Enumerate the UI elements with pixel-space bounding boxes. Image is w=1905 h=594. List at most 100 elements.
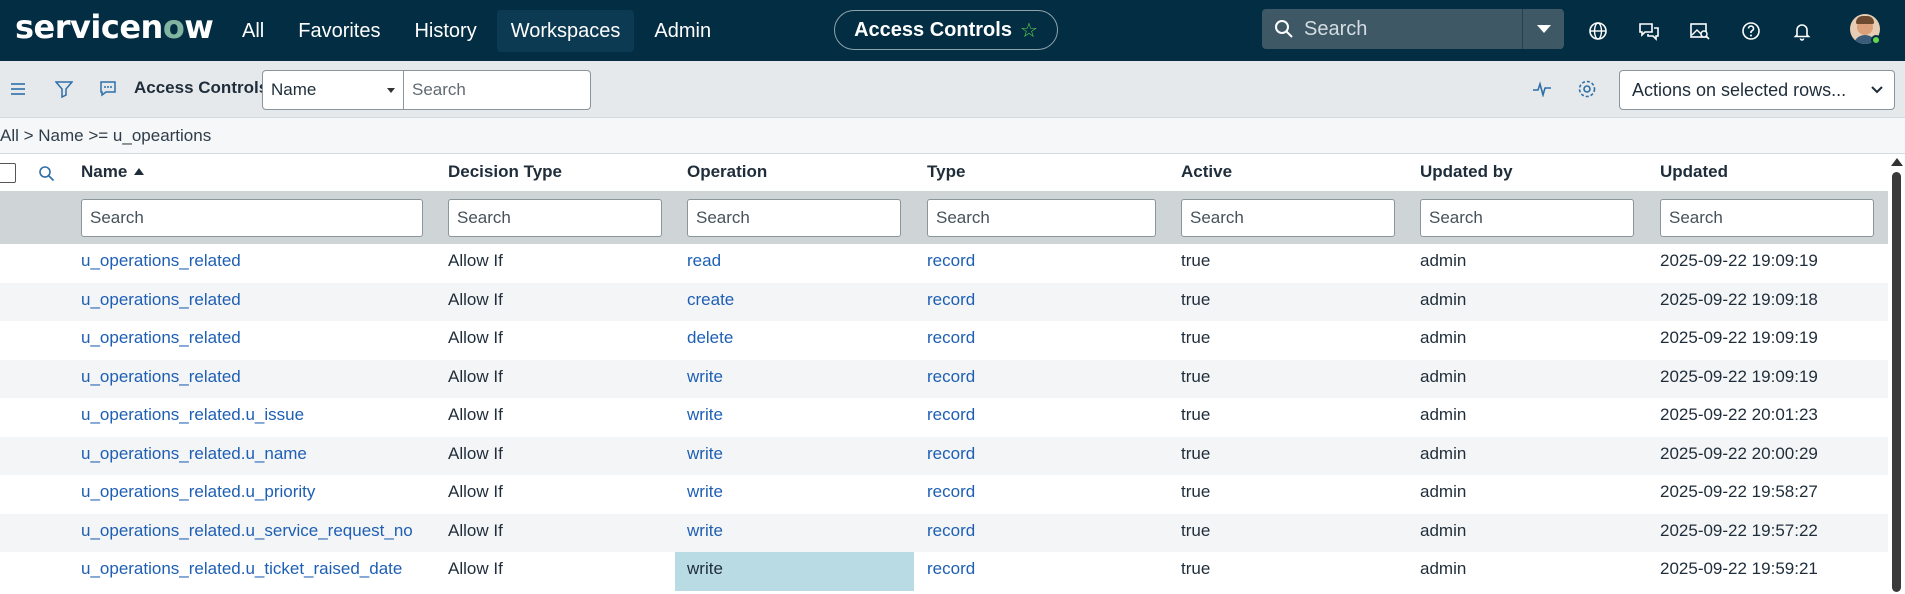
table-row: u_operations_related.u_name Allow If wri… [0, 436, 1888, 476]
cell-name[interactable]: u_operations_related.u_issue [81, 398, 304, 437]
bell-icon[interactable] [1789, 18, 1815, 44]
cell-type[interactable]: record [927, 475, 975, 514]
cell-operation[interactable]: read [687, 244, 721, 283]
top-icons [1585, 0, 1840, 61]
nav-workspaces[interactable]: Workspaces [496, 9, 635, 52]
cell-updated-by: admin [1420, 289, 1467, 309]
cell-updated: 2025-09-22 19:58:27 [1660, 482, 1818, 501]
col-type[interactable]: Type [927, 162, 965, 182]
col-updated[interactable]: Updated [1660, 162, 1728, 182]
filter-active-input[interactable]: Search [1181, 199, 1395, 237]
help-icon[interactable] [1738, 18, 1764, 44]
table-row: u_operations_related.u_service_request_n… [0, 513, 1888, 553]
page-title: Access Controls [854, 18, 1012, 41]
activity-pulse-icon[interactable] [1530, 77, 1554, 101]
cell-type[interactable]: record [927, 398, 975, 437]
image-search-icon[interactable] [1687, 18, 1713, 44]
cell-type[interactable]: record [927, 283, 975, 322]
col-decision-type[interactable]: Decision Type [448, 162, 562, 182]
cell-name[interactable]: u_operations_related.u_priority [81, 475, 315, 514]
cell-operation[interactable]: create [687, 283, 734, 322]
breadcrumb[interactable]: All > Name >= u_opeartions [0, 118, 1905, 154]
col-operation[interactable]: Operation [687, 162, 767, 182]
cell-type[interactable]: record [927, 244, 975, 283]
cell-name[interactable]: u_operations_related [81, 283, 241, 322]
cell-name[interactable]: u_operations_related [81, 360, 241, 399]
cell-updated: 2025-09-22 20:01:23 [1660, 405, 1818, 424]
top-navigation: servicenow All Favorites History Workspa… [0, 0, 1905, 61]
filter-name-input[interactable]: Search [81, 199, 423, 237]
cell-type[interactable]: record [927, 514, 975, 553]
globe-icon[interactable] [1585, 18, 1611, 44]
filter-updated-input[interactable]: Search [1660, 199, 1874, 237]
table-row: u_operations_related Allow If write reco… [0, 359, 1888, 399]
col-name[interactable]: Name [81, 162, 145, 182]
favorite-star-icon[interactable]: ☆ [1020, 18, 1038, 43]
list-search-input[interactable]: Search [403, 70, 591, 110]
global-search-input[interactable]: Search [1262, 9, 1562, 49]
cell-updated-by: admin [1420, 251, 1467, 270]
filter-type-input[interactable]: Search [927, 199, 1156, 237]
cell-operation-selected[interactable]: write [675, 552, 914, 591]
cell-decision-type: Allow If [448, 289, 503, 309]
table-body: u_operations_related Allow If read recor… [0, 244, 1888, 591]
filter-decision-type-input[interactable]: Search [448, 199, 662, 237]
cell-operation[interactable]: write [687, 475, 723, 514]
cell-name[interactable]: u_operations_related.u_name [81, 437, 307, 476]
chat-icon[interactable] [1636, 18, 1662, 44]
filter-icon[interactable] [52, 77, 76, 101]
cell-active: true [1181, 520, 1211, 540]
cell-updated-by: admin [1420, 520, 1467, 540]
select-caret-icon [387, 88, 395, 93]
cell-active: true [1181, 405, 1211, 424]
cell-updated: 2025-09-22 19:09:19 [1660, 251, 1818, 270]
cell-operation[interactable]: write [687, 437, 723, 476]
nav-admin[interactable]: Admin [640, 10, 725, 52]
cell-decision-type: Allow If [448, 559, 503, 578]
cell-name[interactable]: u_operations_related.u_ticket_raised_dat… [81, 552, 402, 591]
filter-updated-by-input[interactable]: Search [1420, 199, 1634, 237]
cell-operation[interactable]: write [687, 398, 723, 437]
sort-ascending-icon [134, 168, 145, 175]
cell-active: true [1181, 328, 1211, 347]
cell-name[interactable]: u_operations_related.u_service_request_n… [81, 514, 413, 553]
table-row: u_operations_related Allow If read recor… [0, 244, 1888, 283]
col-updated-by[interactable]: Updated by [1420, 162, 1513, 182]
cell-decision-type: Allow If [448, 405, 503, 424]
gear-icon[interactable] [1575, 77, 1599, 101]
cell-type[interactable]: record [927, 437, 975, 476]
filter-operation-input[interactable]: Search [687, 199, 901, 237]
search-icon[interactable] [38, 165, 55, 182]
cell-name[interactable]: u_operations_related [81, 321, 241, 360]
comment-icon[interactable] [96, 77, 120, 101]
cell-updated: 2025-09-22 19:09:19 [1660, 328, 1818, 347]
cell-active: true [1181, 366, 1211, 386]
vertical-scrollbar[interactable] [1888, 154, 1905, 594]
servicenow-logo[interactable]: servicenow [15, 8, 214, 46]
cell-active: true [1181, 559, 1211, 578]
cell-operation[interactable]: delete [687, 321, 733, 360]
cell-decision-type: Allow If [448, 520, 503, 540]
scroll-up-arrow-icon[interactable] [1891, 158, 1903, 166]
scrollbar-thumb[interactable] [1892, 172, 1901, 592]
cell-type[interactable]: record [927, 552, 975, 591]
search-field-select[interactable]: Name [262, 70, 404, 110]
list-title: Access Controls [134, 78, 269, 97]
nav-favorites[interactable]: Favorites [284, 10, 394, 52]
cell-operation[interactable]: write [687, 514, 723, 553]
cell-operation[interactable]: write [687, 360, 723, 399]
actions-select[interactable]: Actions on selected rows... [1619, 70, 1895, 110]
cell-name[interactable]: u_operations_related [81, 244, 241, 283]
nav-history[interactable]: History [400, 10, 490, 52]
search-scope-dropdown[interactable] [1522, 9, 1564, 49]
page-title-pill[interactable]: Access Controls ☆ [834, 10, 1058, 50]
hamburger-menu-icon[interactable] [6, 77, 30, 101]
cell-type[interactable]: record [927, 360, 975, 399]
global-search-placeholder: Search [1304, 17, 1368, 40]
chevron-down-icon [1871, 86, 1883, 94]
nav-all[interactable]: All [228, 10, 278, 52]
cell-updated: 2025-09-22 20:00:29 [1660, 443, 1818, 463]
col-active[interactable]: Active [1181, 162, 1232, 182]
select-all-checkbox[interactable] [0, 163, 16, 183]
cell-type[interactable]: record [927, 321, 975, 360]
